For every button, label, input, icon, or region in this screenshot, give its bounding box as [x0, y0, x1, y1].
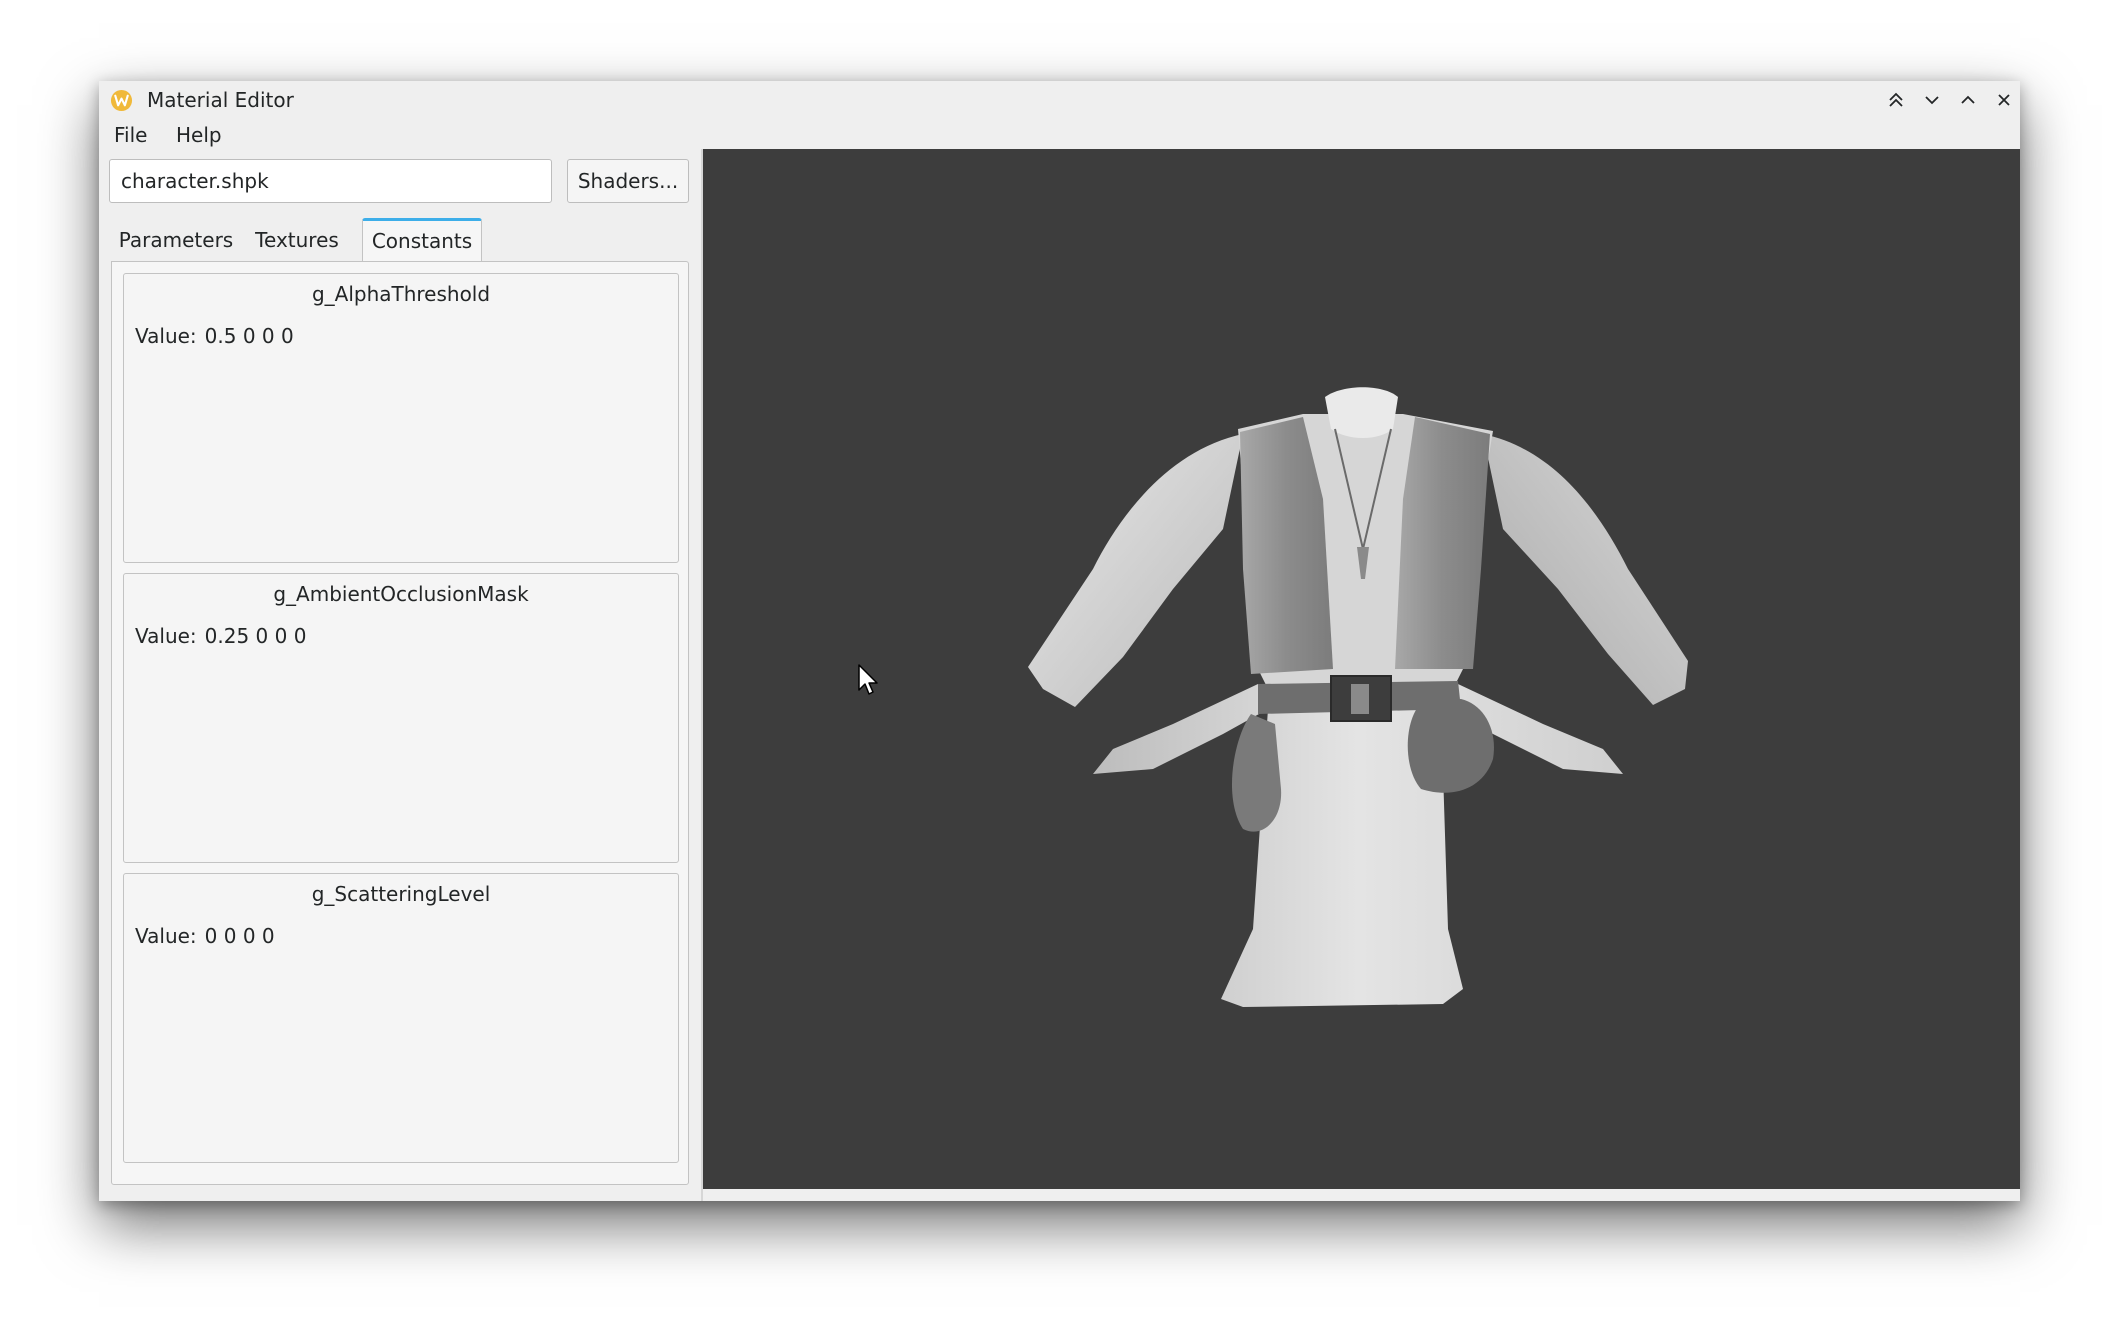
- menu-help[interactable]: Help: [176, 123, 222, 147]
- constant-value-row: Value: 0 0 0 0: [135, 924, 275, 948]
- maximize-button[interactable]: [1954, 86, 1982, 114]
- keep-above-icon: [1889, 92, 1903, 107]
- constant-value[interactable]: 0 0 0 0: [205, 924, 275, 948]
- constant-value-row: Value: 0.5 0 0 0: [135, 324, 294, 348]
- mouse-pointer-icon: [858, 664, 878, 695]
- constant-group: g_AmbientOcclusionMask Value: 0.25 0 0 0: [123, 573, 679, 863]
- constants-tab-content: g_AlphaThreshold Value: 0.5 0 0 0 g_Ambie…: [111, 261, 689, 1185]
- maximize-icon: [1961, 95, 1975, 104]
- 3d-viewport[interactable]: [703, 149, 2020, 1189]
- shader-path-input[interactable]: [109, 159, 552, 203]
- material-editor-window: Material Editor File Help S: [99, 81, 2020, 1201]
- constant-group: g_ScatteringLevel Value: 0 0 0 0: [123, 873, 679, 1163]
- constant-value[interactable]: 0.25 0 0 0: [205, 624, 307, 648]
- w-logo-icon: [110, 89, 133, 112]
- constant-value[interactable]: 0.5 0 0 0: [205, 324, 294, 348]
- garment-model-render: [1028, 387, 1688, 1007]
- tab-parameters[interactable]: Parameters: [111, 218, 241, 262]
- constant-value-row: Value: 0.25 0 0 0: [135, 624, 306, 648]
- material-panel: Shaders... Parameters Textures Constants…: [99, 149, 701, 1201]
- minimize-icon: [1925, 96, 1939, 105]
- constant-name: g_AlphaThreshold: [311, 282, 491, 306]
- menu-file[interactable]: File: [114, 123, 147, 147]
- value-label: Value:: [135, 624, 197, 648]
- window-title: Material Editor: [147, 88, 294, 112]
- constant-group: g_AlphaThreshold Value: 0.5 0 0 0: [123, 273, 679, 563]
- tab-textures[interactable]: Textures: [242, 218, 352, 262]
- menu-bar: File Help: [99, 119, 2020, 149]
- shaders-button[interactable]: Shaders...: [567, 159, 689, 203]
- close-icon: [1998, 94, 2010, 106]
- minimize-button[interactable]: [1918, 86, 1946, 114]
- title-bar[interactable]: Material Editor: [99, 81, 2020, 118]
- keep-above-button[interactable]: [1882, 86, 1910, 114]
- value-label: Value:: [135, 324, 197, 348]
- value-label: Value:: [135, 924, 197, 948]
- close-button[interactable]: [1990, 86, 2018, 114]
- constant-name: g_ScatteringLevel: [311, 882, 491, 906]
- constant-name: g_AmbientOcclusionMask: [273, 582, 529, 606]
- tab-constants[interactable]: Constants: [362, 218, 482, 262]
